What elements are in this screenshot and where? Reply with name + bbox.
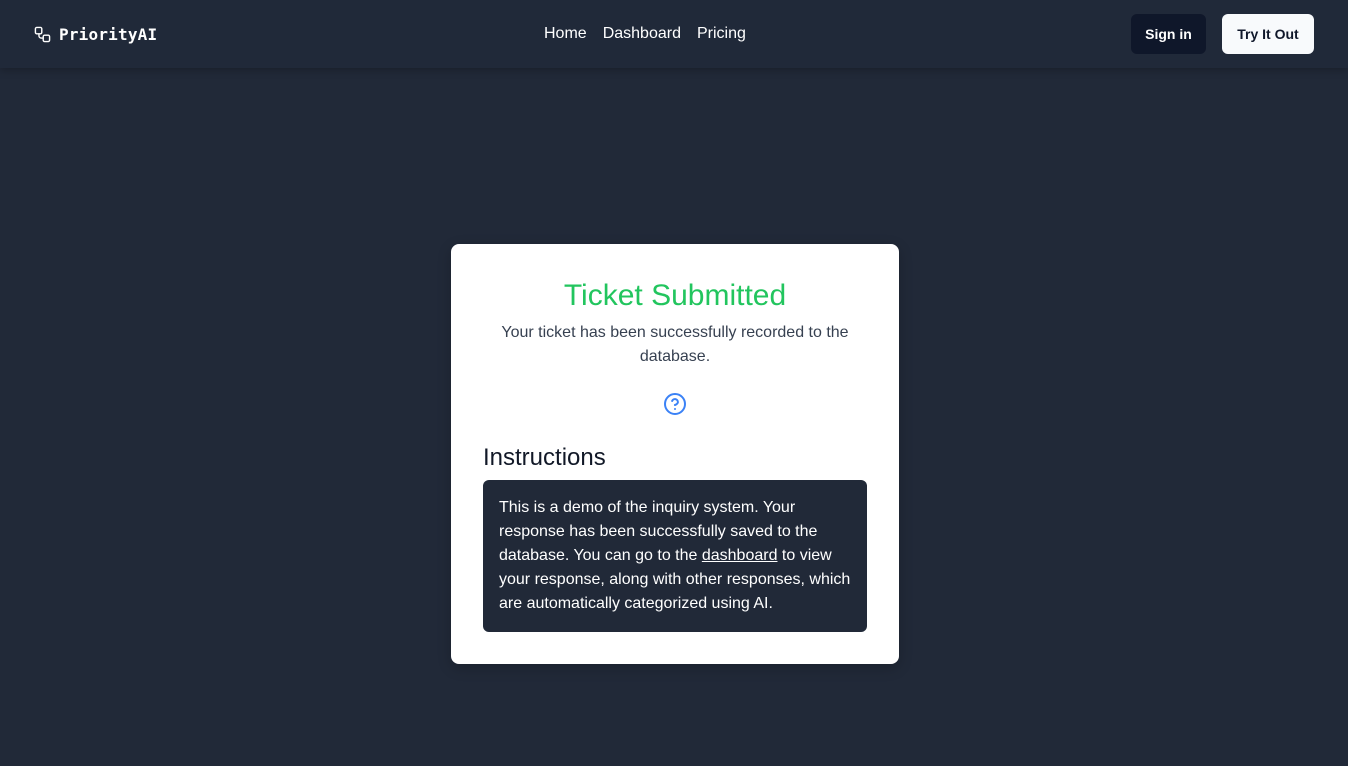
dashboard-link[interactable]: dashboard [702,547,778,564]
top-navbar: PriorityAI Home Dashboard Pricing Sign i… [0,0,1348,68]
card-title: Ticket Submitted [563,279,787,312]
brand-name: PriorityAI [59,24,158,44]
question-circle-icon[interactable] [663,392,687,416]
instructions-heading: Instructions [483,444,606,471]
ticket-submitted-card: Ticket Submitted Your ticket has been su… [451,244,899,664]
link-icon [34,26,51,42]
brand-logo-link[interactable]: PriorityAI [34,22,157,46]
try-it-out-button[interactable]: Try It Out [1222,14,1314,54]
nav-home-link[interactable]: Home [544,24,587,44]
instructions-box: This is a demo of the inquiry system. Yo… [483,480,867,632]
nav-dashboard-link[interactable]: Dashboard [603,24,681,44]
sign-in-button[interactable]: Sign in [1131,14,1206,54]
main-nav: Home Dashboard Pricing [544,24,746,44]
card-subtitle: Your ticket has been successfully record… [501,324,849,365]
nav-pricing-link[interactable]: Pricing [697,24,746,44]
